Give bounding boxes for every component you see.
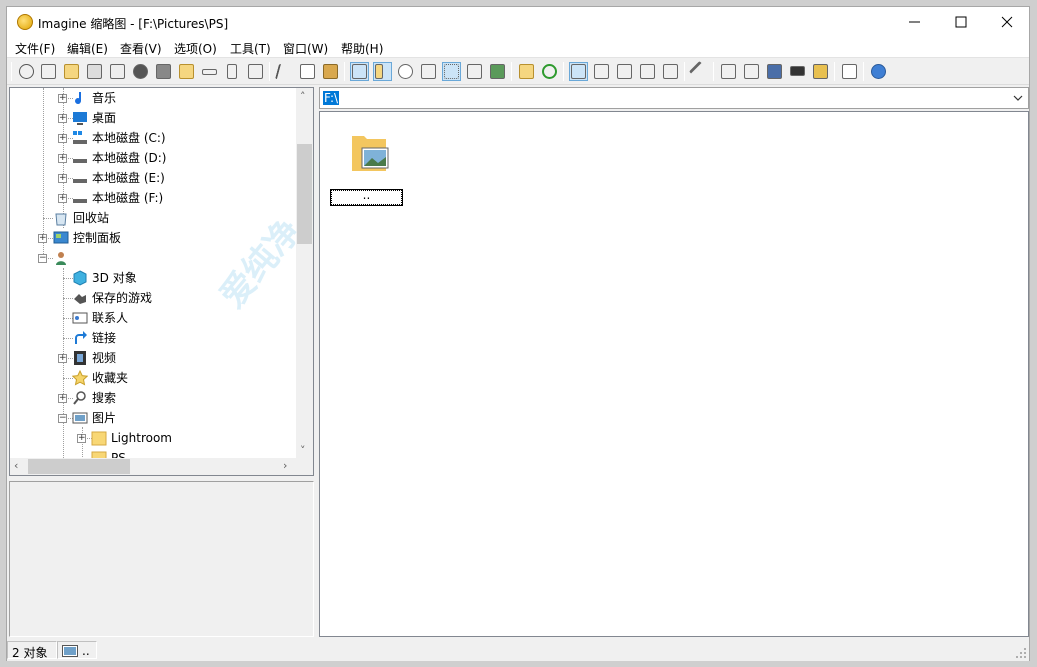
scroll-left-icon[interactable]: ‹ <box>14 459 18 472</box>
menu-tools[interactable]: 工具(T) <box>230 40 271 57</box>
star-icon <box>71 369 89 386</box>
system-drive-icon <box>72 130 88 146</box>
view-icons-icon[interactable] <box>569 62 588 81</box>
screen-capture-icon[interactable] <box>765 62 784 81</box>
contacts-icon <box>72 310 88 326</box>
title-bar: Imagine 缩略图 - [F:\Pictures\PS] <box>7 7 1029 37</box>
maximize-icon <box>955 16 967 28</box>
wrench-icon[interactable] <box>688 60 711 83</box>
scroll-right-icon[interactable]: › <box>283 459 287 472</box>
status-count: 2 对象 <box>12 646 48 660</box>
window-title: Imagine 缩略图 - [F:\Pictures\PS] <box>38 17 229 31</box>
music-note-icon <box>72 90 88 106</box>
desktop-icon <box>72 110 88 126</box>
rename-icon[interactable] <box>200 62 219 81</box>
thumbnail-item-parent[interactable]: .. <box>320 112 420 212</box>
thumbnail-label: .. <box>330 189 403 206</box>
view-report-icon[interactable] <box>661 62 680 81</box>
pencil-icon[interactable] <box>840 62 859 81</box>
resize-grip-icon[interactable] <box>1015 647 1027 659</box>
tree-horizontal-scrollbar[interactable]: ‹ › <box>10 458 313 475</box>
new-folder-icon[interactable] <box>177 62 196 81</box>
view-list-icon[interactable] <box>615 62 634 81</box>
search-icon <box>72 390 88 406</box>
main-window: Imagine 缩略图 - [F:\Pictures\PS] 文件(F) 编辑(… <box>6 6 1030 661</box>
up-folder-icon[interactable] <box>517 62 536 81</box>
close-button[interactable] <box>984 7 1030 37</box>
view-details-icon[interactable] <box>638 62 657 81</box>
menu-file[interactable]: 文件(F) <box>15 40 55 57</box>
tree-vertical-scrollbar[interactable]: ˄ ˅ <box>296 88 313 459</box>
camera-icon[interactable] <box>154 62 173 81</box>
app-sun-icon[interactable] <box>17 14 33 30</box>
thumbnails-large-icon[interactable] <box>488 62 507 81</box>
recycle-bin-icon <box>53 210 69 226</box>
minimize-button[interactable] <box>892 7 938 37</box>
paste-icon[interactable] <box>321 62 340 81</box>
folder-icon <box>91 430 107 446</box>
cut-icon[interactable] <box>274 62 295 81</box>
help-icon[interactable] <box>869 62 888 81</box>
status-selected-panel: .. <box>57 641 97 659</box>
view-eye-icon[interactable] <box>17 62 36 81</box>
save-copy-icon[interactable] <box>85 62 104 81</box>
properties-icon[interactable] <box>246 62 265 81</box>
filmstrip-icon[interactable] <box>350 62 369 81</box>
user-folder-icon <box>53 250 69 266</box>
delete-bin-icon[interactable] <box>223 62 242 81</box>
menu-options[interactable]: 选项(O) <box>174 40 217 57</box>
address-value: F:\ <box>323 91 340 105</box>
thumbnails-medium-icon[interactable] <box>465 62 484 81</box>
drive-icon <box>72 150 88 166</box>
ruler-icon[interactable] <box>373 62 392 81</box>
drive-icon <box>72 190 88 206</box>
thumbnails-small-icon[interactable] <box>419 62 438 81</box>
film-icon[interactable] <box>788 62 807 81</box>
thumbnail-view[interactable]: .. <box>319 111 1029 637</box>
link-arrow-icon <box>72 330 88 346</box>
saved-games-icon <box>72 290 88 306</box>
cube-3d-icon <box>72 270 88 286</box>
info-icon[interactable] <box>131 62 150 81</box>
address-combobox[interactable]: F:\ <box>319 87 1029 109</box>
batch-convert-icon[interactable] <box>719 62 738 81</box>
status-count-panel: 2 对象 <box>7 641 57 660</box>
print-icon[interactable] <box>108 62 127 81</box>
thumbnails-grid-icon[interactable] <box>442 62 461 81</box>
status-selected: .. <box>82 644 90 658</box>
menu-bar: 文件(F) 编辑(E) 查看(V) 选项(O) 工具(T) 窗口(W) 帮助(H… <box>7 37 1029 57</box>
view-small-icons-icon[interactable] <box>592 62 611 81</box>
scroll-down-icon[interactable]: ˅ <box>300 444 306 457</box>
scroll-up-icon[interactable]: ˄ <box>300 90 306 103</box>
chevron-down-icon[interactable] <box>1012 92 1024 104</box>
batch-settings-icon[interactable] <box>742 62 761 81</box>
menu-window[interactable]: 窗口(W) <box>283 40 328 57</box>
menu-edit[interactable]: 编辑(E) <box>67 40 108 57</box>
drive-icon <box>72 170 88 186</box>
tree-horizontal-thumb[interactable] <box>28 459 130 474</box>
status-bar: 2 对象 .. <box>7 639 1029 661</box>
picture-small-icon <box>62 645 78 657</box>
control-panel-icon <box>53 230 69 246</box>
maximize-button[interactable] <box>938 7 984 37</box>
close-icon <box>1001 16 1013 28</box>
open-folder-icon[interactable] <box>62 62 81 81</box>
pictures-icon <box>72 410 88 426</box>
preview-pane <box>9 481 314 637</box>
menu-view[interactable]: 查看(V) <box>120 40 162 57</box>
clock-icon[interactable] <box>396 62 415 81</box>
menu-help[interactable]: 帮助(H) <box>341 40 383 57</box>
toolbar <box>7 57 1029 85</box>
copy-icon[interactable] <box>298 62 317 81</box>
video-film-icon <box>72 350 88 366</box>
slideshow-icon[interactable] <box>39 62 58 81</box>
edit-image-icon[interactable] <box>811 62 830 81</box>
refresh-icon[interactable] <box>540 62 559 81</box>
folder-picture-icon <box>352 136 389 171</box>
minimize-icon <box>909 21 920 23</box>
